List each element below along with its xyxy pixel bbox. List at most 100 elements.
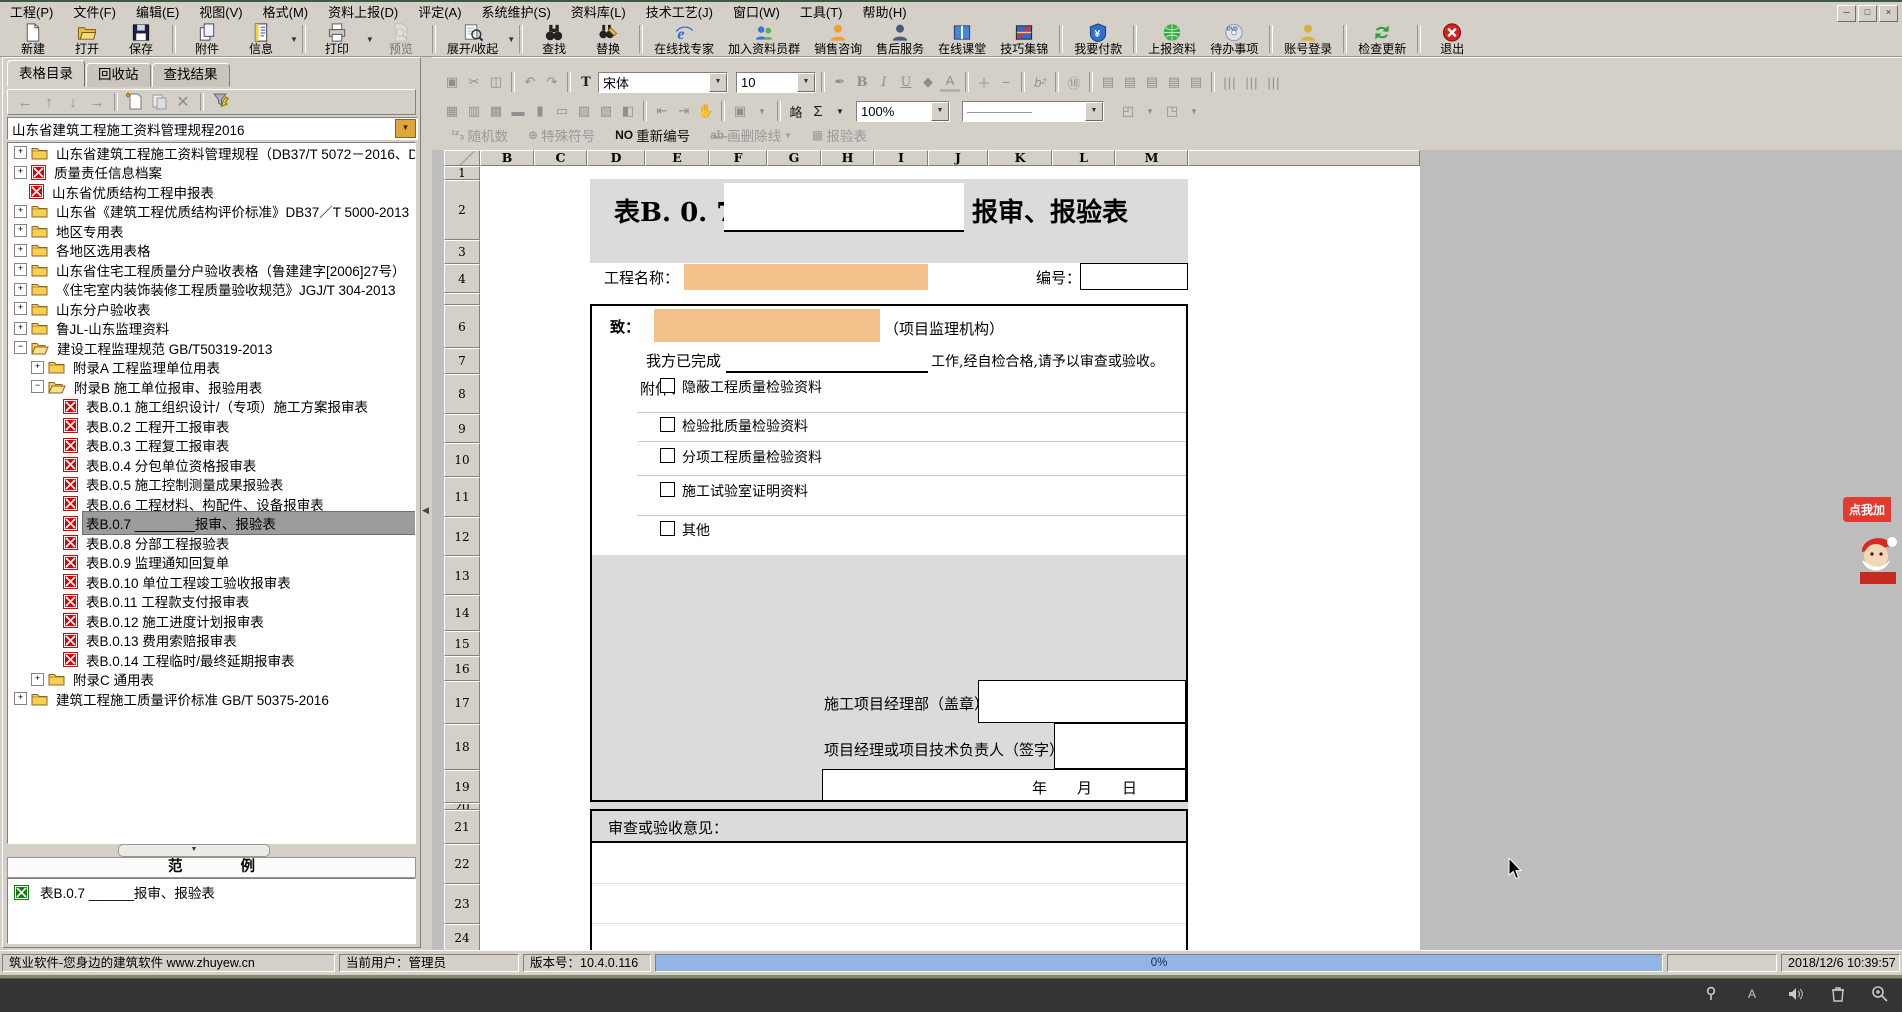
tree-item[interactable]: 表B.0.11 工程款支付报审表 [8, 592, 415, 612]
row-header-11[interactable]: 11 [444, 477, 480, 517]
row-header-14[interactable]: 14 [444, 595, 480, 631]
menu-item-1[interactable]: 工程(P) [0, 3, 63, 23]
tips-button[interactable]: 技巧集锦 [993, 22, 1055, 57]
row-header-24[interactable]: 24 [444, 924, 480, 951]
align-distribute-icon[interactable]: ▤ [1186, 72, 1206, 92]
tree-item[interactable]: +附录A 工程监理单位用表 [8, 358, 415, 378]
font-select[interactable]: 宋体 ▼ [598, 72, 728, 93]
menu-item-3[interactable]: 编辑(E) [126, 3, 189, 23]
tree-item[interactable]: −附录B 施工单位报审、报验用表 [8, 377, 415, 397]
split-cells-icon[interactable]: ▥ [464, 101, 484, 121]
tree-item[interactable]: 表B.0.9 监理通知回复单 [8, 553, 415, 573]
info-button[interactable]: 信息 [234, 22, 288, 57]
tree-item[interactable]: +山东省《建筑工程优质结构评价标准》DB37／T 5000-2013 [8, 202, 415, 222]
tree-item[interactable]: 表B.0.10 单位工程竣工验收报审表 [8, 572, 415, 592]
group-button[interactable]: 加入资料员群 [721, 22, 807, 57]
row-header-7[interactable]: 7 [444, 348, 480, 374]
font-size-select[interactable]: 10 ▼ [736, 72, 816, 93]
tree-item[interactable]: +建筑工程施工质量评价标准 GB/T 50375-2016 [8, 689, 415, 709]
tree-item[interactable]: −建设工程监理规范 GB/T50319-2013 [8, 338, 415, 358]
border-box-dropdown-icon[interactable]: ▼ [1140, 101, 1160, 121]
column-header-C[interactable]: C [534, 150, 587, 166]
delete-form-icon[interactable]: ✕ [174, 92, 192, 112]
row-header-1[interactable]: 1 [444, 166, 480, 180]
trash-icon[interactable] [1831, 986, 1845, 1005]
tree-item[interactable]: 表B.0.3 工程复工报审表 [8, 436, 415, 456]
tree-item[interactable]: +《住宅室内装饰装修工程质量验收规范》JGJ/T 304-2013 [8, 280, 415, 300]
format-painter-icon[interactable]: ✒ [830, 72, 850, 92]
tree-item[interactable]: +鲁JL-山东监理资料 [8, 319, 415, 339]
menu-item-8[interactable]: 系统维护(S) [472, 3, 561, 23]
indent-decrease-icon[interactable]: ⇤ [652, 101, 672, 121]
decrease-icon[interactable]: − [996, 72, 1016, 92]
tree-item[interactable]: +地区专用表 [8, 221, 415, 241]
fill-pattern-icon[interactable]: ▨ [574, 101, 594, 121]
nav-right-icon[interactable]: → [88, 94, 106, 111]
column-header-M[interactable]: M [1115, 150, 1188, 166]
autosum-icon[interactable]: Σ [808, 101, 828, 121]
insert-col-icon[interactable]: ▮ [530, 101, 550, 121]
upload-button[interactable]: 上报资料 [1141, 22, 1203, 57]
row-header-13[interactable]: 13 [444, 556, 480, 595]
lock-cell-icon[interactable]: ◧ [618, 101, 638, 121]
expand-icon[interactable]: + [14, 283, 27, 296]
tree-item[interactable]: 表B.0.14 工程临时/最终延期报审表 [8, 650, 415, 670]
attach-button[interactable]: 附件 [180, 22, 234, 57]
row-header-6[interactable]: 6 [444, 305, 480, 348]
column-header-J[interactable]: J [928, 150, 988, 166]
minimize-button[interactable]: ─ [1837, 5, 1856, 22]
classroom-button[interactable]: 在线课堂 [931, 22, 993, 57]
column-header-F[interactable]: F [709, 150, 767, 166]
promo-badge[interactable]: 点我加 [1843, 497, 1891, 522]
expand-icon[interactable]: + [14, 302, 27, 315]
column-header-E[interactable]: E [645, 150, 709, 166]
print-button[interactable]: 打印 [310, 22, 364, 57]
ie-button[interactable]: e在线找专家 [647, 22, 721, 57]
spreadsheet[interactable]: BCDEFGHIJKLM 123467891011121314151617181… [432, 150, 1902, 951]
italic-icon[interactable]: I [874, 72, 894, 92]
row-header-22[interactable]: 22 [444, 844, 480, 884]
catalog-tree[interactable]: +山东省建筑工程施工资料管理规程（DB37/T 5072－2016、DB37/T… [7, 142, 416, 844]
save-button[interactable]: 保存 [114, 22, 168, 57]
form-title-blank[interactable] [724, 183, 964, 232]
find-button[interactable]: 查找 [527, 22, 581, 57]
row-header-23[interactable]: 23 [444, 884, 480, 924]
insert-row-icon[interactable]: ▬ [508, 101, 528, 121]
column-header-I[interactable]: I [874, 150, 928, 166]
align-justify-icon[interactable]: ▤ [1164, 72, 1184, 92]
maximize-button[interactable]: □ [1858, 5, 1877, 22]
collapse-icon[interactable]: − [14, 341, 27, 354]
row-header-9[interactable]: 9 [444, 414, 480, 443]
align-center-icon[interactable]: ▤ [1120, 72, 1140, 92]
speaker-icon[interactable] [1787, 986, 1805, 1005]
tree-item[interactable]: 表B.0.1 施工组织设计/（专项）施工方案报审表 [8, 397, 415, 417]
tree-item[interactable]: 表B.0.6 工程材料、构配件、设备报审表 [8, 494, 415, 514]
expand-icon[interactable]: + [14, 322, 27, 335]
tree-item[interactable]: 表B.0.5 施工控制测量成果报验表 [8, 475, 415, 495]
zoom-dropdown-icon[interactable]: ▼ [931, 102, 949, 121]
replace-button[interactable]: 替换 [581, 22, 635, 57]
column-header-D[interactable]: D [587, 150, 645, 166]
example-collapse-handle[interactable]: ▼ [118, 844, 270, 857]
underline-icon[interactable]: U [896, 72, 916, 92]
autotext-icon[interactable]: 衉 [786, 101, 806, 121]
vertical-text2-icon[interactable]: ||| [1242, 72, 1262, 92]
expand-icon[interactable]: + [14, 224, 27, 237]
tree-item[interactable]: 表B.0.2 工程开工报审表 [8, 416, 415, 436]
menu-item-9[interactable]: 资料库(L) [561, 3, 636, 23]
borders-dropdown-icon[interactable]: ▼ [752, 101, 772, 121]
size-dropdown-icon[interactable]: ▼ [797, 73, 815, 92]
number-field[interactable] [1080, 263, 1188, 290]
tab-recycle[interactable]: 回收站 [86, 63, 151, 87]
expand-icon[interactable]: + [31, 361, 44, 374]
row-header-20[interactable]: 20 [444, 803, 480, 810]
tab-catalog[interactable]: 表格目录 [7, 60, 85, 87]
menu-item-5[interactable]: 格式(M) [253, 3, 319, 23]
line-style-dropdown-icon[interactable]: ▼ [1085, 102, 1103, 121]
tree-item[interactable]: 表B.0.12 施工进度计划报审表 [8, 611, 415, 631]
row-header-15[interactable]: 15 [444, 631, 480, 656]
expand-icon[interactable]: + [14, 146, 27, 159]
nav-left-icon[interactable]: ← [16, 94, 34, 111]
row-header-hidden[interactable] [444, 293, 480, 305]
sales-button[interactable]: 销售咨询 [807, 22, 869, 57]
